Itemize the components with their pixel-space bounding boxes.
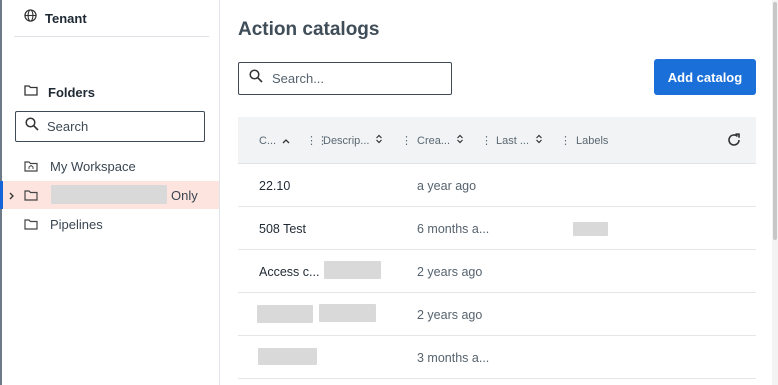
column-label: C...: [259, 134, 277, 147]
sort-icon[interactable]: [456, 134, 464, 147]
sort-icon[interactable]: [535, 134, 543, 147]
sidebar-item-label: My Workspace: [50, 158, 136, 174]
search-icon: [25, 117, 39, 136]
globe-icon: [24, 9, 37, 27]
redacted-catalog-name: [257, 305, 313, 323]
chevron-right-icon[interactable]: [8, 189, 16, 207]
app-root: Tenant Folders My Workspace: [0, 0, 778, 385]
column-label: Labels: [576, 134, 609, 147]
column-header-name[interactable]: C...: [259, 117, 290, 164]
tenant-selector[interactable]: Tenant: [24, 9, 87, 27]
main-content: Action catalogs Add catalog C... ⋮ ⋮ Desc…: [221, 0, 778, 385]
column-resize-handle-icon[interactable]: ⋮: [481, 117, 492, 164]
catalog-name[interactable]: 22.10: [259, 164, 290, 207]
active-indicator: [0, 181, 3, 209]
scrollbar-thumb[interactable]: [773, 2, 777, 240]
folder-icon: [24, 217, 38, 235]
column-header-labels[interactable]: Labels: [576, 117, 608, 164]
created-time: 2 years ago: [417, 307, 483, 322]
column-resize-handle-icon[interactable]: ⋮: [401, 117, 412, 164]
sidebar-item-pipelines[interactable]: Pipelines: [2, 210, 219, 238]
redacted-label: [573, 222, 608, 236]
column-resize-handle-icon[interactable]: ⋮: [560, 117, 571, 164]
column-header-last-modified[interactable]: Last ...: [496, 117, 543, 164]
table-row[interactable]: 22.10 a year ago: [238, 164, 756, 207]
search-icon: [249, 69, 263, 88]
table-row[interactable]: 508 Test 6 months a...: [238, 207, 756, 250]
folders-label: Folders: [48, 84, 95, 100]
folder-icon: [24, 83, 38, 101]
created-time: a year ago: [417, 178, 477, 193]
sidebar-item-label: Pipelines: [50, 216, 103, 232]
sidebar: Tenant Folders My Workspace: [0, 0, 220, 385]
catalog-name[interactable]: 508 Test: [259, 207, 306, 250]
tenant-label: Tenant: [45, 10, 87, 26]
sidebar-item-label: Only: [171, 187, 198, 203]
folder-search-field[interactable]: [15, 111, 205, 142]
created-time: 3 months a...: [417, 350, 490, 365]
table-row[interactable]: 3 months a...: [238, 336, 756, 379]
table-header: C... ⋮ ⋮ Descrip... ⋮ Crea... ⋮ Last ... …: [238, 117, 756, 164]
redacted-folder-name: [51, 185, 167, 204]
table-row[interactable]: 2 years ago: [238, 293, 756, 336]
folder-search-input[interactable]: [47, 119, 187, 134]
table-row[interactable]: Access c... 2 years ago: [238, 250, 756, 293]
column-label: Crea...: [417, 134, 451, 147]
created-time: 2 years ago: [417, 264, 483, 279]
folder-icon: [24, 188, 38, 206]
redacted-catalog-name: [258, 348, 317, 365]
column-label: Last ...: [496, 134, 530, 147]
catalog-search-input[interactable]: [272, 71, 442, 86]
created-time: 6 months a...: [417, 221, 490, 236]
column-header-description[interactable]: Descrip...: [323, 117, 383, 164]
add-catalog-button[interactable]: Add catalog: [654, 59, 756, 95]
refresh-icon[interactable]: [726, 132, 742, 153]
redacted-description: [319, 304, 376, 322]
page-title: Action catalogs: [238, 19, 380, 40]
redacted-description: [324, 261, 381, 279]
sort-icon[interactable]: [375, 134, 383, 147]
column-header-created[interactable]: Crea...: [417, 117, 464, 164]
sidebar-item-only[interactable]: Only: [0, 181, 219, 209]
sidebar-item-my-workspace[interactable]: My Workspace: [2, 152, 219, 180]
sort-ascending-icon[interactable]: [282, 135, 290, 147]
catalog-table: C... ⋮ ⋮ Descrip... ⋮ Crea... ⋮ Last ... …: [238, 117, 756, 379]
folder-home-icon: [24, 159, 38, 177]
column-label: Descrip...: [323, 134, 370, 147]
catalog-name[interactable]: Access c...: [259, 250, 319, 293]
folders-heading: Folders: [24, 83, 95, 101]
catalog-search-field[interactable]: [238, 62, 452, 95]
scrollbar-track[interactable]: [772, 0, 778, 385]
divider: [14, 36, 209, 37]
